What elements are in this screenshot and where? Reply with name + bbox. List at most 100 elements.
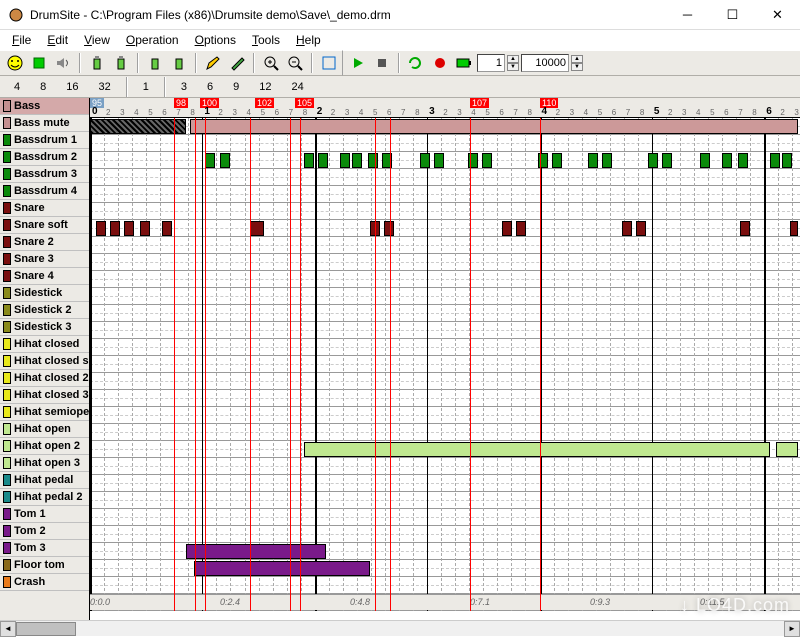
- track-sidestick-3[interactable]: Sidestick 3: [0, 319, 89, 336]
- battery-icon[interactable]: [453, 52, 475, 74]
- note[interactable]: [516, 221, 526, 236]
- menu-edit[interactable]: Edit: [39, 31, 76, 49]
- menu-view[interactable]: View: [76, 31, 118, 49]
- marker-line[interactable]: [470, 118, 471, 611]
- loop-icon[interactable]: [405, 52, 427, 74]
- grid1-icon[interactable]: [318, 52, 340, 74]
- note[interactable]: [190, 119, 798, 134]
- note[interactable]: [318, 153, 328, 168]
- note[interactable]: [648, 153, 658, 168]
- bottle1-icon[interactable]: [86, 52, 108, 74]
- grid-area[interactable]: 9598100102105107110023456781234567822345…: [90, 98, 800, 620]
- bottle2-icon[interactable]: [110, 52, 132, 74]
- note[interactable]: [186, 544, 326, 559]
- marker-line[interactable]: [300, 118, 301, 611]
- note[interactable]: [96, 221, 106, 236]
- note[interactable]: [250, 221, 264, 236]
- note[interactable]: [194, 561, 370, 576]
- menu-file[interactable]: File: [4, 31, 39, 49]
- menu-tools[interactable]: Tools: [244, 31, 288, 49]
- note[interactable]: [162, 221, 172, 236]
- numbar-8[interactable]: 8: [32, 78, 54, 96]
- track-tom-3[interactable]: Tom 3: [0, 540, 89, 557]
- track-hihat-closed-3[interactable]: Hihat closed 3: [0, 387, 89, 404]
- ruler-marker[interactable]: 102: [255, 98, 274, 108]
- marker-line[interactable]: [390, 118, 391, 611]
- track-hihat-semiopen[interactable]: Hihat semiopen: [0, 404, 89, 421]
- note[interactable]: [722, 153, 732, 168]
- scroll-right-button[interactable]: ►: [784, 621, 800, 637]
- track-bassdrum-3[interactable]: Bassdrum 3: [0, 166, 89, 183]
- bottle4-icon[interactable]: [168, 52, 190, 74]
- marker-line[interactable]: [174, 118, 175, 611]
- close-button[interactable]: ✕: [755, 0, 800, 30]
- marker-line[interactable]: [290, 118, 291, 611]
- numbar-4[interactable]: 4: [6, 78, 28, 96]
- counter2-input[interactable]: [521, 54, 569, 72]
- ruler-marker[interactable]: 105: [295, 98, 314, 108]
- track-bassdrum-1[interactable]: Bassdrum 1: [0, 132, 89, 149]
- ruler-top[interactable]: 9598100102105107110023456781234567822345…: [90, 98, 800, 118]
- note[interactable]: [90, 119, 186, 134]
- menu-options[interactable]: Options: [187, 31, 244, 49]
- stop-icon[interactable]: [371, 52, 393, 74]
- counter1-input[interactable]: [477, 54, 505, 72]
- track-hihat-open-2[interactable]: Hihat open 2: [0, 438, 89, 455]
- scroll-track[interactable]: [16, 621, 784, 636]
- maximize-button[interactable]: ☐: [710, 0, 755, 30]
- speaker-icon[interactable]: [52, 52, 74, 74]
- track-sidestick-2[interactable]: Sidestick 2: [0, 302, 89, 319]
- note[interactable]: [368, 153, 378, 168]
- pencil-icon[interactable]: [202, 52, 224, 74]
- note[interactable]: [602, 153, 612, 168]
- note[interactable]: [340, 153, 350, 168]
- note[interactable]: [588, 153, 598, 168]
- menu-help[interactable]: Help: [288, 31, 329, 49]
- zoom-out-icon[interactable]: [284, 52, 306, 74]
- numbar-12[interactable]: 12: [251, 78, 279, 96]
- track-hihat-closed-2[interactable]: Hihat closed 2: [0, 370, 89, 387]
- note[interactable]: [482, 153, 492, 168]
- spinner1[interactable]: ▲▼: [507, 55, 519, 71]
- marker-line[interactable]: [375, 118, 376, 611]
- horizontal-scrollbar[interactable]: ◄ ►: [0, 620, 800, 636]
- track-crash[interactable]: Crash: [0, 574, 89, 591]
- track-hihat-closed-soft[interactable]: Hihat closed soft: [0, 353, 89, 370]
- track-bass[interactable]: Bass: [0, 98, 89, 115]
- note[interactable]: [782, 153, 792, 168]
- note[interactable]: [220, 153, 230, 168]
- note[interactable]: [124, 221, 134, 236]
- note[interactable]: [662, 153, 672, 168]
- smiley-icon[interactable]: [4, 52, 26, 74]
- grid-body[interactable]: [90, 118, 800, 594]
- scroll-thumb[interactable]: [16, 622, 76, 636]
- track-bassdrum-2[interactable]: Bassdrum 2: [0, 149, 89, 166]
- note[interactable]: [140, 221, 150, 236]
- track-floor-tom[interactable]: Floor tom: [0, 557, 89, 574]
- note[interactable]: [384, 221, 394, 236]
- note[interactable]: [352, 153, 362, 168]
- track-hihat-pedal-2[interactable]: Hihat pedal 2: [0, 489, 89, 506]
- note[interactable]: [740, 221, 750, 236]
- note[interactable]: [622, 221, 632, 236]
- track-bassdrum-4[interactable]: Bassdrum 4: [0, 183, 89, 200]
- note[interactable]: [790, 221, 798, 236]
- numbar-1[interactable]: 1: [135, 78, 157, 96]
- zoom-in-icon[interactable]: [260, 52, 282, 74]
- note[interactable]: [636, 221, 646, 236]
- note[interactable]: [700, 153, 710, 168]
- green-square-icon[interactable]: [28, 52, 50, 74]
- brush-icon[interactable]: [226, 52, 248, 74]
- marker-line[interactable]: [540, 118, 541, 611]
- track-bass-mute[interactable]: Bass mute: [0, 115, 89, 132]
- numbar-3[interactable]: 3: [173, 78, 195, 96]
- note[interactable]: [110, 221, 120, 236]
- track-snare-3[interactable]: Snare 3: [0, 251, 89, 268]
- note[interactable]: [205, 153, 215, 168]
- note[interactable]: [776, 442, 798, 457]
- track-sidestick[interactable]: Sidestick: [0, 285, 89, 302]
- minimize-button[interactable]: ─: [665, 0, 710, 30]
- record-icon[interactable]: [429, 52, 451, 74]
- ruler-marker[interactable]: 98: [174, 98, 188, 108]
- numbar-6[interactable]: 6: [199, 78, 221, 96]
